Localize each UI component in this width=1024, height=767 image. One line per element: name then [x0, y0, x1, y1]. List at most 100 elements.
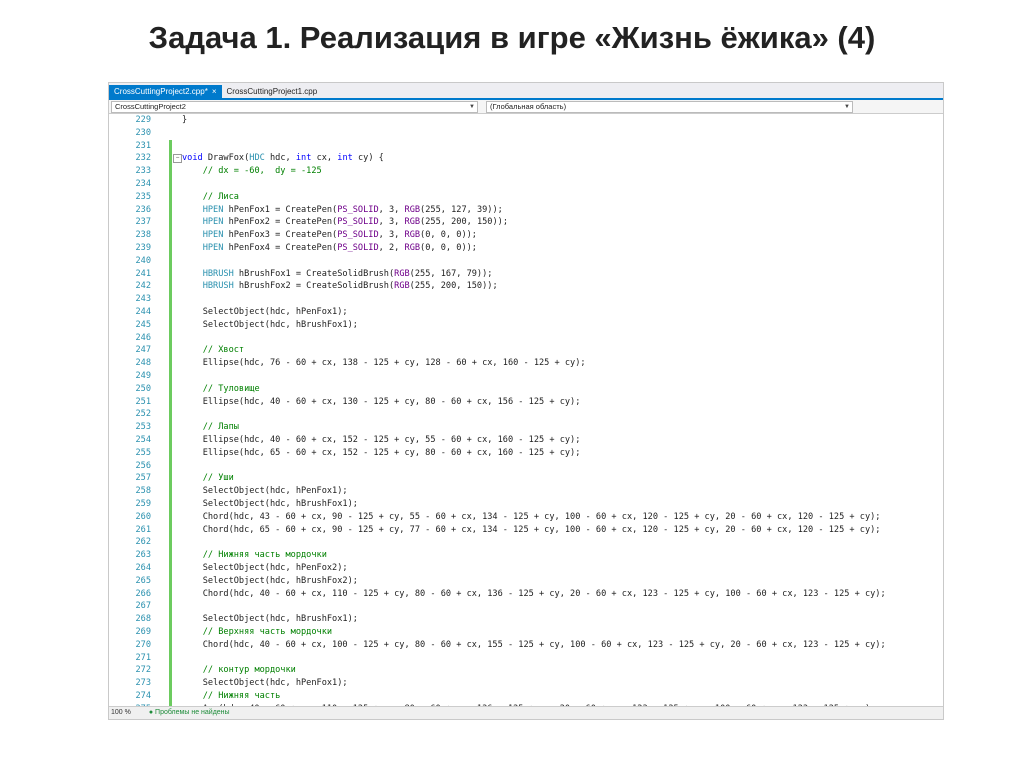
- code-area[interactable]: 229} 230 231 232− void DrawFox(HDC hdc, int …: [109, 114, 943, 714]
- code-line[interactable]: 246: [109, 332, 943, 345]
- code-line[interactable]: 270 Chord(hdc, 40 - 60 + cx, 100 - 125 +…: [109, 639, 943, 652]
- code-text: SelectObject(hdc, hBrushFox1);: [182, 614, 358, 625]
- code-line[interactable]: 255 Ellipse(hdc, 65 - 60 + cx, 152 - 125…: [109, 447, 943, 460]
- code-text: SelectObject(hdc, hBrushFox1);: [182, 499, 358, 509]
- code-line[interactable]: 237 HPEN hPenFox2 = CreatePen(PS_SOLID, …: [109, 216, 943, 229]
- code-line[interactable]: 261 Chord(hdc, 65 - 60 + cx, 90 - 125 + …: [109, 524, 943, 537]
- zoom-level[interactable]: 100 %: [111, 707, 131, 719]
- line-number: 274: [135, 691, 151, 701]
- code-line[interactable]: 262: [109, 536, 943, 549]
- code-text: Chord(hdc, 40 - 60 + cx, 100 - 125 + cy,…: [182, 639, 886, 650]
- line-number: 264: [135, 563, 151, 573]
- line-number: 241: [135, 268, 151, 279]
- line-number: 245: [135, 319, 151, 330]
- code-line[interactable]: 250 // Туловище: [109, 383, 943, 396]
- code-line[interactable]: 272 // контур мордочки: [109, 664, 943, 677]
- code-line[interactable]: 242 HBRUSH hBrushFox2 = CreateSolidBrush…: [109, 280, 943, 293]
- code-line[interactable]: 234: [109, 178, 943, 191]
- line-number: 270: [135, 639, 151, 650]
- code-line[interactable]: 252: [109, 408, 943, 421]
- code-line[interactable]: 268 SelectObject(hdc, hBrushFox1);: [109, 613, 943, 626]
- code-text: HPEN hPenFox4 = CreatePen(PS_SOLID, 2, R…: [202, 243, 477, 253]
- code-line[interactable]: 258 SelectObject(hdc, hPenFox1);: [109, 485, 943, 498]
- line-number: 248: [135, 358, 151, 369]
- code-line[interactable]: 259 SelectObject(hdc, hBrushFox1);: [109, 498, 943, 511]
- code-line[interactable]: 232 − void DrawFox(HDC hdc, int cx, int cy…: [109, 152, 943, 165]
- line-number: 260: [135, 511, 151, 522]
- close-icon[interactable]: ×: [212, 85, 217, 98]
- code-line[interactable]: 267: [109, 600, 943, 613]
- code-text: // Уши: [202, 473, 234, 484]
- code-line[interactable]: 235 // Лиса: [109, 191, 943, 204]
- code-line[interactable]: 240: [109, 255, 943, 268]
- line-number: 249: [135, 371, 151, 381]
- code-line[interactable]: 247 // Хвост: [109, 344, 943, 357]
- code-editor-window: CrossCuttingProject2.cpp* × CrossCutting…: [108, 82, 944, 720]
- line-number: 246: [135, 332, 151, 343]
- code-line[interactable]: 230: [109, 127, 943, 140]
- line-number: 271: [135, 652, 151, 663]
- slide-title: Задача 1. Реализация в игре «Жизнь ёжика…: [148, 20, 876, 55]
- line-number: 253: [135, 422, 151, 433]
- code-line[interactable]: 266 Chord(hdc, 40 - 60 + cx, 110 - 125 +…: [109, 588, 943, 601]
- code-line[interactable]: 271: [109, 652, 943, 665]
- line-number: 256: [135, 460, 151, 471]
- line-number: 261: [135, 524, 151, 535]
- scope-dropdown[interactable]: (Глобальная область) ▼: [486, 100, 853, 113]
- code-text: SelectObject(hdc, hPenFox1);: [182, 307, 348, 317]
- code-line[interactable]: 264 SelectObject(hdc, hPenFox2);: [109, 562, 943, 575]
- code-text: Ellipse(hdc, 65 - 60 + cx, 152 - 125 + c…: [182, 447, 581, 458]
- code-line[interactable]: 249: [109, 370, 943, 383]
- line-number: 266: [135, 588, 151, 599]
- code-line[interactable]: 265 SelectObject(hdc, hBrushFox2);: [109, 575, 943, 588]
- code-line[interactable]: 251 Ellipse(hdc, 40 - 60 + cx, 130 - 125…: [109, 396, 943, 409]
- code-text: // Лиса: [202, 191, 239, 202]
- code-text: SelectObject(hdc, hBrushFox2);: [182, 575, 358, 586]
- code-line[interactable]: 254 Ellipse(hdc, 40 - 60 + cx, 152 - 125…: [109, 434, 943, 447]
- code-line[interactable]: 269 // Верхняя часть мордочки: [109, 626, 943, 639]
- tab-crosscuttingproject2[interactable]: CrossCuttingProject2.cpp* ×: [109, 85, 222, 98]
- code-line[interactable]: 273 SelectObject(hdc, hPenFox1);: [109, 677, 943, 690]
- code-line[interactable]: 238 HPEN hPenFox3 = CreatePen(PS_SOLID, …: [109, 229, 943, 242]
- line-number: 237: [135, 217, 151, 228]
- line-number: 259: [135, 499, 151, 509]
- code-line[interactable]: 257 // Уши: [109, 472, 943, 485]
- line-number: 257: [135, 473, 151, 484]
- code-line[interactable]: 229}: [109, 114, 943, 127]
- code-text: // Лапы: [202, 422, 239, 433]
- code-text: HPEN hPenFox2 = CreatePen(PS_SOLID, 3, R…: [202, 217, 509, 228]
- code-line[interactable]: 256: [109, 460, 943, 473]
- code-line[interactable]: 244 SelectObject(hdc, hPenFox1);: [109, 306, 943, 319]
- code-text: // dx = -60, dy = -125: [202, 166, 322, 177]
- code-line[interactable]: 274 // Нижняя часть: [109, 690, 943, 703]
- editor-status-bar: 100 % ● Проблемы не найдены: [109, 706, 943, 719]
- scope-dropdown-value: (Глобальная область): [490, 101, 567, 111]
- line-number: 269: [135, 627, 151, 637]
- code-text: SelectObject(hdc, hPenFox2);: [182, 563, 348, 573]
- code-line[interactable]: 233 // dx = -60, dy = -125: [109, 165, 943, 178]
- code-line[interactable]: 231: [109, 140, 943, 153]
- line-number: 252: [135, 409, 151, 420]
- tab-crosscuttingproject1[interactable]: CrossCuttingProject1.cpp: [222, 85, 323, 98]
- code-text: SelectObject(hdc, hBrushFox1);: [182, 319, 358, 330]
- code-line[interactable]: 263 // Нижняя часть мордочки: [109, 549, 943, 562]
- line-number: 254: [135, 435, 151, 445]
- line-number: 265: [135, 575, 151, 586]
- code-text: // контур мордочки: [202, 665, 296, 676]
- code-line[interactable]: 253 // Лапы: [109, 421, 943, 434]
- code-line[interactable]: 243: [109, 293, 943, 306]
- line-number: 242: [135, 281, 151, 292]
- code-line[interactable]: 260 Chord(hdc, 43 - 60 + cx, 90 - 125 + …: [109, 511, 943, 524]
- code-line[interactable]: 248 Ellipse(hdc, 76 - 60 + cx, 138 - 125…: [109, 357, 943, 370]
- issues-status[interactable]: ● Проблемы не найдены: [149, 707, 230, 719]
- change-bar-gap: [169, 114, 172, 127]
- code-text: HBRUSH hBrushFox1 = CreateSolidBrush(RGB…: [202, 268, 493, 279]
- code-text: Ellipse(hdc, 40 - 60 + cx, 152 - 125 + c…: [182, 435, 581, 445]
- project-dropdown[interactable]: CrossCuttingProject2 ▼: [111, 100, 478, 113]
- code-line[interactable]: 236 HPEN hPenFox1 = CreatePen(PS_SOLID, …: [109, 204, 943, 217]
- code-line[interactable]: 239 HPEN hPenFox4 = CreatePen(PS_SOLID, …: [109, 242, 943, 255]
- code-text: SelectObject(hdc, hPenFox1);: [182, 678, 348, 689]
- code-line[interactable]: 245 SelectObject(hdc, hBrushFox1);: [109, 319, 943, 332]
- collapse-icon[interactable]: −: [173, 154, 182, 164]
- code-line[interactable]: 241 HBRUSH hBrushFox1 = CreateSolidBrush…: [109, 268, 943, 281]
